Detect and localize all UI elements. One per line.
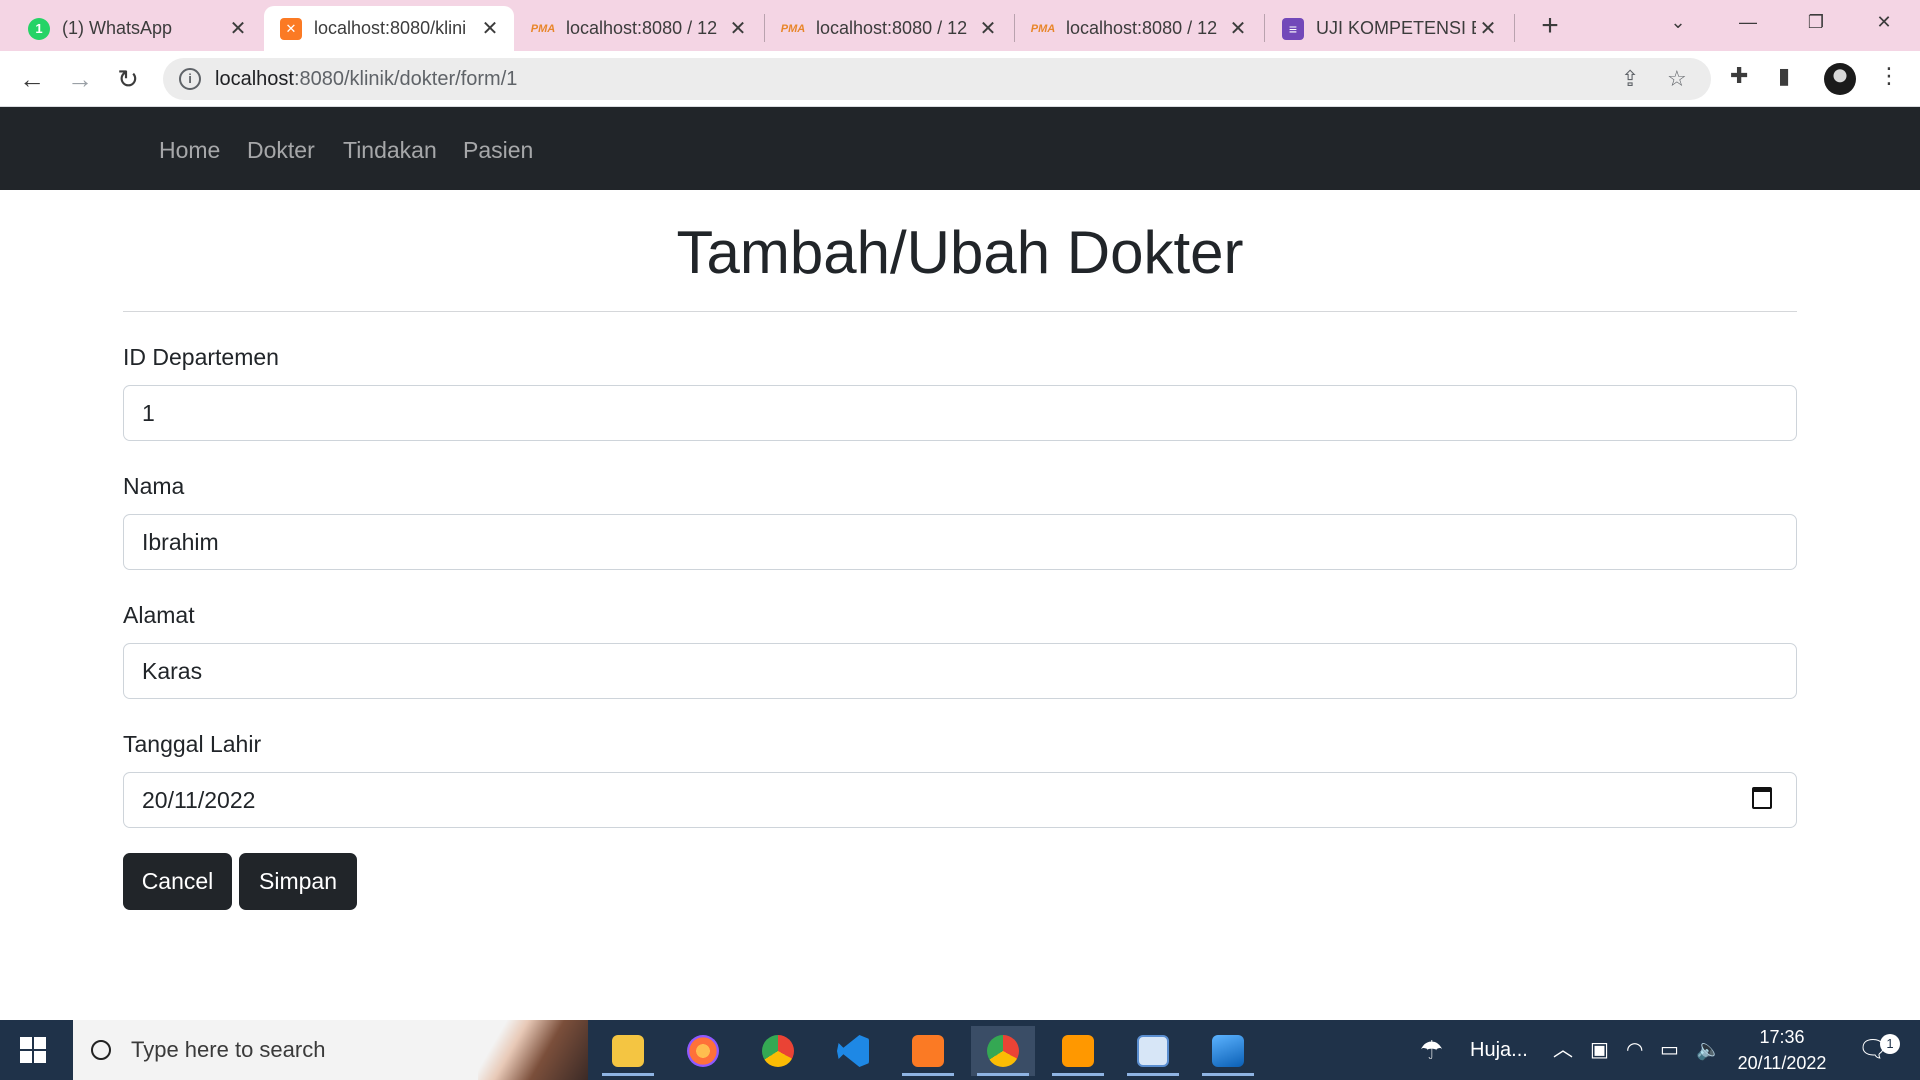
- weather-text[interactable]: Huja...: [1470, 1020, 1528, 1080]
- side-panel-icon[interactable]: ▮: [1778, 63, 1790, 89]
- tanggal-lahir-input[interactable]: [123, 772, 1797, 828]
- tab-uji-kompetensi[interactable]: ≡ UJI KOMPETENSI BI ✕: [1266, 6, 1512, 51]
- back-icon[interactable]: ←: [14, 61, 50, 97]
- restore-icon[interactable]: ❐: [1784, 0, 1848, 44]
- tab-separator: [1264, 14, 1265, 42]
- search-icon: [91, 1040, 111, 1060]
- nama-input[interactable]: [123, 514, 1797, 570]
- photos-icon[interactable]: [1196, 1026, 1260, 1076]
- close-tab-icon[interactable]: ✕: [976, 16, 1000, 41]
- page-title: Tambah/Ubah Dokter: [676, 219, 1244, 286]
- url-host: localhost: [215, 67, 294, 90]
- firefox-icon[interactable]: [671, 1026, 735, 1076]
- chrome-profile-icon[interactable]: [971, 1026, 1035, 1076]
- whatsapp-icon: 1: [28, 17, 50, 40]
- clock-date: 20/11/2022: [1737, 1053, 1827, 1073]
- phpmyadmin-icon: PMA: [530, 22, 556, 35]
- id-departemen-input[interactable]: [123, 385, 1797, 441]
- meet-now-icon[interactable]: ▣: [1590, 1020, 1609, 1080]
- phpmyadmin-icon: PMA: [780, 22, 806, 35]
- wifi-icon[interactable]: ◠: [1626, 1020, 1643, 1080]
- taskbar: Type here to search ☂ Huja... ︿ ▣ ◠ ▭ 🔈 …: [0, 1020, 1920, 1080]
- tab-whatsapp[interactable]: 1 (1) WhatsApp ✕: [12, 6, 262, 51]
- bookmark-star-icon[interactable]: ☆: [1667, 66, 1687, 92]
- tab-separator: [1514, 14, 1515, 42]
- chrome-icon[interactable]: [746, 1026, 810, 1076]
- avatar[interactable]: [1824, 63, 1856, 95]
- tab-title: localhost:8080 / 12: [816, 18, 968, 38]
- tab-search-icon[interactable]: ⌄: [1646, 0, 1710, 44]
- notification-count-badge: 1: [1880, 1034, 1900, 1054]
- site-info-icon[interactable]: i: [179, 68, 201, 90]
- extensions-icon[interactable]: ✚: [1730, 63, 1748, 89]
- tab-title: (1) WhatsApp: [62, 18, 173, 38]
- reload-icon[interactable]: ↻: [110, 61, 146, 97]
- close-tab-icon[interactable]: ✕: [1226, 16, 1250, 41]
- xampp-icon: ✕: [280, 17, 302, 40]
- close-window-icon[interactable]: ✕: [1852, 0, 1916, 44]
- weather-icon[interactable]: ☂: [1420, 1020, 1443, 1080]
- tab-phpmyadmin-1[interactable]: PMA localhost:8080 / 12 ✕: [516, 6, 762, 51]
- browser-tab-strip: 1 (1) WhatsApp ✕ ✕ localhost:8080/klini …: [0, 0, 1920, 51]
- minimize-icon[interactable]: —: [1716, 0, 1780, 44]
- site-navbar: Home Dokter Tindakan Pasien: [0, 107, 1920, 190]
- new-tab-button[interactable]: +: [1532, 9, 1568, 45]
- close-tab-icon[interactable]: ✕: [478, 16, 502, 41]
- tab-phpmyadmin-3[interactable]: PMA localhost:8080 / 12 ✕: [1016, 6, 1262, 51]
- tab-title: localhost:8080 / 12: [1066, 18, 1218, 38]
- windows-start-icon[interactable]: [20, 1037, 46, 1063]
- share-icon[interactable]: ⇪: [1621, 66, 1639, 92]
- alamat-input[interactable]: [123, 643, 1797, 699]
- google-forms-icon: ≡: [1282, 17, 1304, 40]
- simpan-button[interactable]: Simpan: [239, 853, 357, 910]
- tab-title: UJI KOMPETENSI BI: [1316, 18, 1476, 38]
- file-explorer-icon[interactable]: [596, 1026, 660, 1076]
- search-highlight-image: [478, 1020, 588, 1080]
- tab-separator: [1014, 14, 1015, 42]
- nama-label: Nama: [123, 473, 185, 499]
- id-departemen-label: ID Departemen: [123, 344, 279, 370]
- forward-icon[interactable]: →: [62, 61, 98, 97]
- close-tab-icon[interactable]: ✕: [726, 16, 750, 41]
- clock-time: 17:36: [1759, 1027, 1805, 1047]
- sublime-text-icon[interactable]: [1046, 1026, 1110, 1076]
- battery-icon[interactable]: ▭: [1660, 1020, 1679, 1080]
- tab-klinik[interactable]: ✕ localhost:8080/klini ✕: [264, 6, 514, 51]
- xampp-taskbar-icon[interactable]: [896, 1026, 960, 1076]
- calendar-icon[interactable]: [1752, 787, 1772, 809]
- tab-separator: [764, 14, 765, 42]
- close-tab-icon[interactable]: ✕: [1476, 16, 1500, 41]
- clock[interactable]: 17:36 20/11/2022: [1728, 1024, 1836, 1076]
- browser-toolbar: ← → ↻ i localhost:8080/klinik/dokter/for…: [0, 51, 1920, 107]
- close-tab-icon[interactable]: ✕: [226, 16, 250, 41]
- notepad-icon[interactable]: [1121, 1026, 1185, 1076]
- menu-kebab-icon[interactable]: ⋮: [1878, 63, 1900, 89]
- volume-icon[interactable]: 🔈: [1696, 1020, 1721, 1080]
- nav-tindakan[interactable]: Tindakan: [343, 137, 437, 164]
- phpmyadmin-icon: PMA: [1030, 22, 1056, 35]
- address-bar[interactable]: i localhost:8080/klinik/dokter/form/1 ⇪ …: [163, 58, 1711, 100]
- tanggal-lahir-label: Tanggal Lahir: [123, 731, 262, 757]
- search-placeholder: Type here to search: [131, 1037, 326, 1062]
- tab-title: localhost:8080 / 12: [566, 18, 718, 38]
- tab-phpmyadmin-2[interactable]: PMA localhost:8080 / 12 ✕: [766, 6, 1012, 51]
- cancel-button[interactable]: Cancel: [123, 853, 232, 910]
- chevron-up-icon[interactable]: ︿: [1553, 1020, 1573, 1080]
- url-path: :8080/klinik/dokter/form/1: [293, 67, 518, 90]
- divider: [123, 311, 1797, 312]
- alamat-label: Alamat: [123, 602, 195, 628]
- nav-pasien[interactable]: Pasien: [463, 137, 533, 164]
- tab-title: localhost:8080/klini: [314, 18, 467, 38]
- nav-home[interactable]: Home: [159, 137, 220, 164]
- nav-dokter[interactable]: Dokter: [247, 137, 315, 164]
- vscode-icon[interactable]: [821, 1026, 885, 1076]
- taskbar-search[interactable]: Type here to search: [73, 1020, 588, 1080]
